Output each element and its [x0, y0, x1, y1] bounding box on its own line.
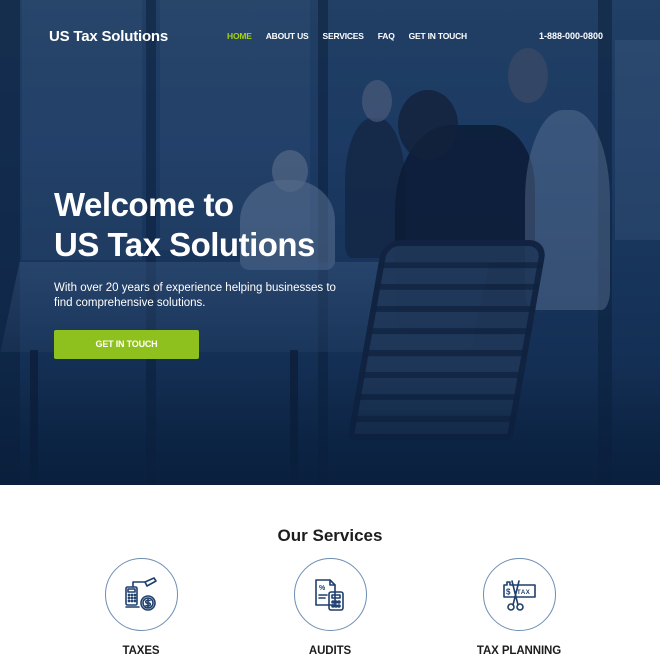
nav-item-get-in-touch[interactable]: GET IN TOUCH	[409, 31, 468, 41]
svg-text:$: $	[506, 587, 511, 596]
calculator-dollar-icon	[125, 576, 157, 611]
main-menu: HOME ABOUT US SERVICES FAQ GET IN TOUCH	[227, 31, 481, 41]
get-in-touch-button[interactable]: GET IN TOUCH	[54, 330, 199, 359]
service-label: TAX PLANNING	[476, 645, 562, 657]
service-icon-circle	[104, 558, 178, 631]
service-audits[interactable]: % AUDITS	[270, 558, 390, 657]
brand-logo[interactable]: US Tax Solutions	[49, 28, 168, 45]
hero-title-line-1: Welcome to	[54, 186, 234, 223]
document-calculator-icon: %	[315, 578, 344, 611]
service-tax-planning[interactable]: $ TAX TAX PLANNING	[459, 558, 579, 657]
phone-number[interactable]: 1-888-000-0800	[539, 31, 603, 41]
service-icon-circle: %	[293, 558, 367, 631]
hero-subtitle: With over 20 years of experience helping…	[54, 282, 336, 309]
tax-scissors-icon: $ TAX	[503, 579, 536, 611]
nav-item-home[interactable]: HOME	[227, 31, 252, 41]
svg-text:%: %	[319, 585, 326, 592]
hero-title: Welcome to US Tax Solutions	[54, 185, 344, 265]
nav-item-services[interactable]: SERVICES	[323, 31, 364, 41]
service-taxes[interactable]: TAXES	[81, 558, 201, 657]
services-section: Our Services TAXES % AUDITS $ TAX TAX PL…	[0, 485, 660, 660]
service-icon-circle: $ TAX	[482, 558, 556, 631]
top-navigation: US Tax Solutions HOME ABOUT US SERVICES …	[0, 0, 660, 72]
nav-item-about-us[interactable]: ABOUT US	[266, 31, 309, 41]
hero-content: Welcome to US Tax Solutions With over 20…	[54, 185, 344, 359]
service-label: TAXES	[122, 645, 160, 657]
nav-item-faq[interactable]: FAQ	[378, 31, 395, 41]
hero-title-line-2: US Tax Solutions	[54, 226, 315, 263]
service-label: AUDITS	[308, 645, 352, 657]
svg-text:TAX: TAX	[517, 590, 530, 596]
services-heading: Our Services	[277, 526, 383, 545]
